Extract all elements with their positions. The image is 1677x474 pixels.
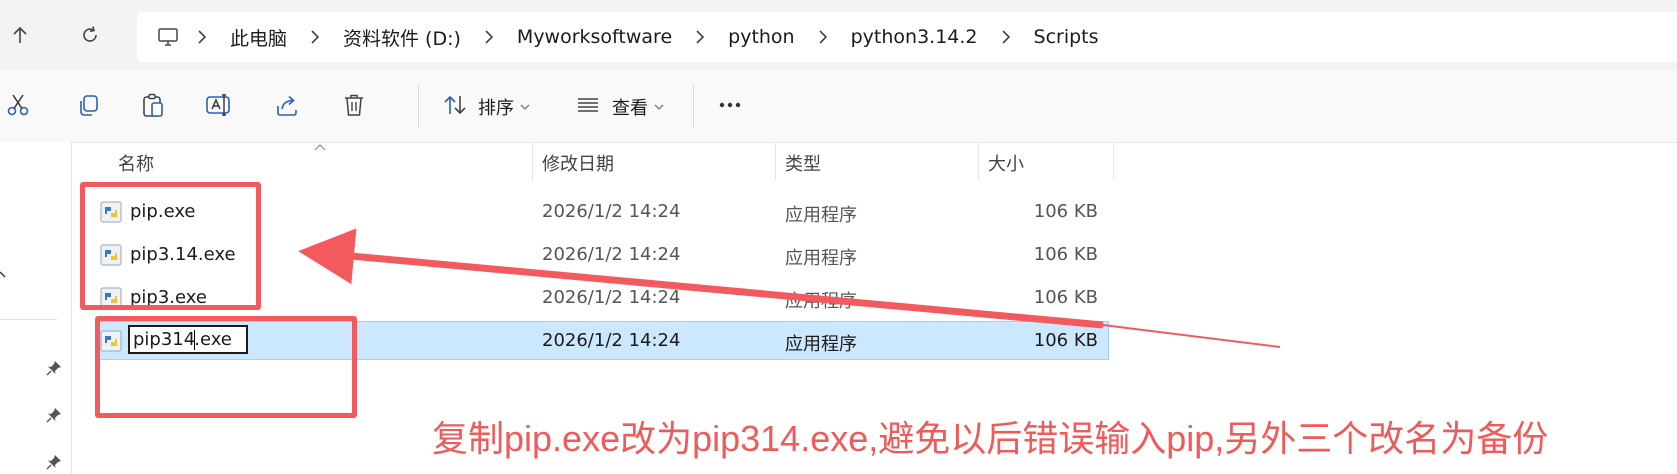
annotation-note: 复制pip.exe改为pip314.exe,避免以后错误输入pip,另外三个改名… <box>432 418 1549 459</box>
annotation-arrow <box>298 228 1281 348</box>
